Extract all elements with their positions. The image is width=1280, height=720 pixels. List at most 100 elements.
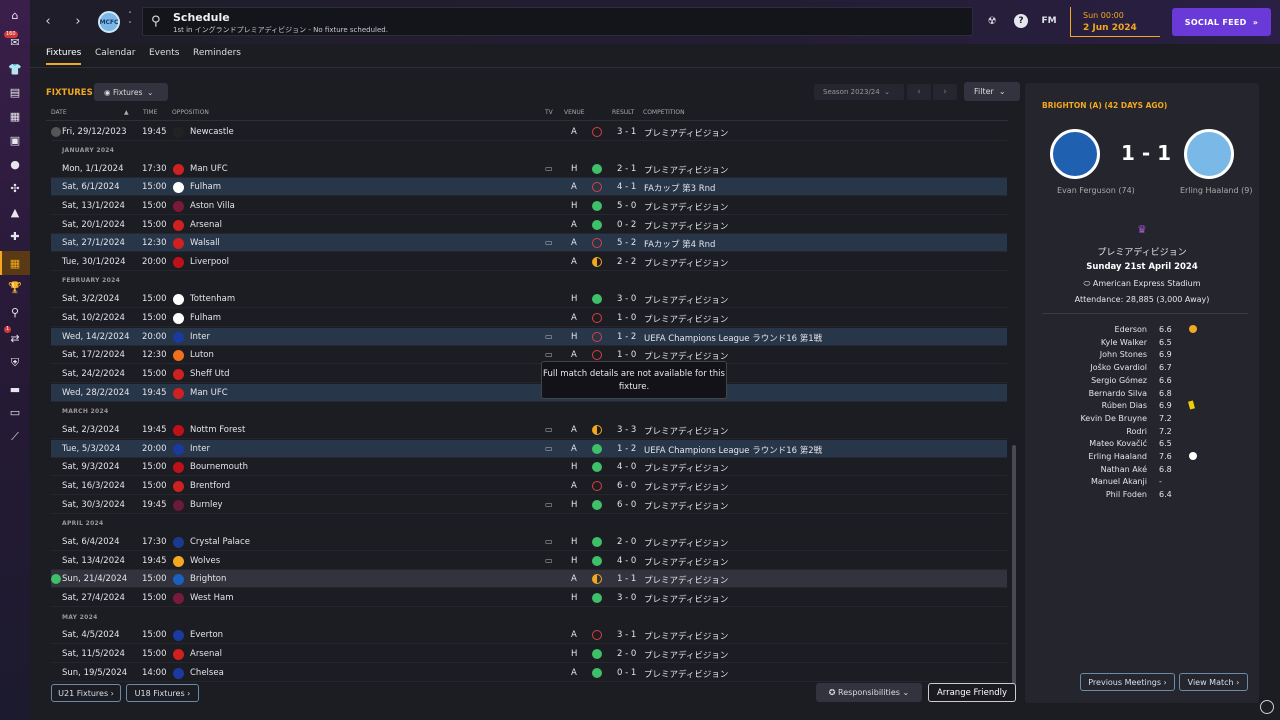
u18-fixtures-button[interactable]: U18 Fixtures › bbox=[126, 684, 199, 702]
fm-pass-icon[interactable]: ⟋ bbox=[7, 430, 23, 444]
fixture-result[interactable]: 5 - 2 bbox=[617, 238, 636, 248]
player-name[interactable]: John Stones bbox=[1100, 350, 1147, 359]
fixture-row[interactable]: Sat, 6/4/2024 17:30 Crystal Palace ▭ H 2 - 0 プ… bbox=[51, 533, 1007, 551]
player-rating-row[interactable]: Joško Gvardiol 6.7 bbox=[1025, 363, 1259, 375]
fixture-opposition[interactable]: Bournemouth bbox=[190, 462, 248, 472]
fixture-row[interactable]: Sat, 16/3/2024 15:00 Brentford A 6 - 0 プレミアディ… bbox=[51, 477, 1007, 495]
fixture-result[interactable]: 3 - 1 bbox=[617, 127, 636, 137]
fixture-row[interactable]: Sat, 2/3/2024 19:45 Nottm Forest ▭ A 3 - 3 プレミ… bbox=[51, 421, 1007, 439]
fixture-row[interactable]: Sat, 27/4/2024 15:00 West Ham H 3 - 0 プレミアディビ… bbox=[51, 589, 1007, 607]
fixture-result[interactable]: 4 - 0 bbox=[617, 556, 636, 566]
fixture-opposition[interactable]: Man UFC bbox=[190, 164, 228, 174]
player-rating-row[interactable]: Nathan Aké 6.8 bbox=[1025, 465, 1259, 477]
fixture-row[interactable]: Sat, 11/5/2024 15:00 Arsenal H 2 - 0 プレミアディビジ… bbox=[51, 645, 1007, 663]
fixture-result[interactable]: 6 - 0 bbox=[617, 481, 636, 491]
fixture-row[interactable]: Sat, 17/2/2024 12:30 Luton ▭ A 1 - 0 プレミアディビジョ… bbox=[51, 346, 1007, 364]
player-rating-row[interactable]: Rodri 7.2 bbox=[1025, 427, 1259, 439]
fixture-result[interactable]: 1 - 1 bbox=[617, 574, 636, 584]
fixture-row[interactable]: Sun, 19/5/2024 14:00 Chelsea A 0 - 1 プレミアディビジ… bbox=[51, 664, 1007, 682]
fm-menu-button[interactable]: FM bbox=[1041, 13, 1057, 29]
col-date[interactable]: DATE bbox=[51, 109, 67, 116]
fixture-result[interactable]: 3 - 3 bbox=[617, 425, 636, 435]
medical-icon[interactable]: ▲ bbox=[7, 205, 23, 219]
player-name[interactable]: Ederson bbox=[1115, 325, 1147, 334]
quick-access-icon[interactable] bbox=[1260, 700, 1274, 714]
squad-icon[interactable]: 👕 bbox=[7, 62, 23, 76]
fixture-row[interactable]: Wed, 14/2/2024 20:00 Inter ▭ H 1 - 2 UEFA Cham… bbox=[51, 328, 1007, 346]
schedule-icon[interactable]: ▦ bbox=[7, 256, 23, 270]
fixture-opposition[interactable]: Newcastle bbox=[190, 127, 234, 137]
social-feed-button[interactable]: SOCIAL FEED » bbox=[1172, 8, 1271, 36]
player-name[interactable]: Mateo Kovačić bbox=[1089, 439, 1147, 448]
fixture-row[interactable]: Sat, 3/2/2024 15:00 Tottenham H 3 - 0 プレミアディビ… bbox=[51, 290, 1007, 308]
fixture-opposition[interactable]: Arsenal bbox=[190, 649, 222, 659]
transfers-icon[interactable]: ⇄ bbox=[7, 331, 23, 345]
fixture-opposition[interactable]: Walsall bbox=[190, 238, 220, 248]
col-result[interactable]: RESULT bbox=[612, 109, 634, 116]
fixture-opposition[interactable]: Inter bbox=[190, 332, 210, 342]
fixture-row[interactable]: Sat, 24/2/2024 15:00 Sheff Utd bbox=[51, 365, 1007, 383]
player-name[interactable]: Joško Gvardiol bbox=[1090, 363, 1147, 372]
continue-date-box[interactable]: Sun 00:00 2 Jun 2024 bbox=[1070, 7, 1160, 37]
player-rating-row[interactable]: Kyle Walker 6.5 bbox=[1025, 338, 1259, 350]
fixture-row[interactable]: Wed, 28/2/2024 19:45 Man UFC bbox=[51, 384, 1007, 402]
fixture-result[interactable]: 1 - 2 bbox=[617, 332, 636, 342]
fixture-opposition[interactable]: Inter bbox=[190, 444, 210, 454]
club-icon[interactable]: ⛨ bbox=[7, 356, 23, 370]
responsibilities-button[interactable]: ✪ Responsibilities ⌄ bbox=[816, 683, 922, 702]
fixture-result[interactable]: 1 - 0 bbox=[617, 350, 636, 360]
player-rating-row[interactable]: Ederson 6.6 bbox=[1025, 325, 1259, 337]
fixture-opposition[interactable]: Burnley bbox=[190, 500, 223, 510]
view-match-button[interactable]: View Match › bbox=[1179, 673, 1248, 691]
col-time[interactable]: TIME bbox=[143, 109, 157, 116]
fixture-opposition[interactable]: Everton bbox=[190, 630, 223, 640]
player-name[interactable]: Kyle Walker bbox=[1101, 338, 1147, 347]
season-select[interactable]: Season 2023/24 ⌄ bbox=[814, 84, 904, 100]
dev-centre-icon[interactable]: ✣ bbox=[7, 181, 23, 195]
scrollbar[interactable] bbox=[1012, 445, 1016, 685]
fixture-result[interactable]: 6 - 0 bbox=[617, 500, 636, 510]
u21-fixtures-button[interactable]: U21 Fixtures › bbox=[51, 684, 121, 702]
club-crest-icon[interactable]: MCFC bbox=[98, 11, 120, 33]
data-icon[interactable]: ▦ bbox=[7, 109, 23, 123]
view-select[interactable]: ◉ Fixtures ⌄ bbox=[94, 83, 168, 101]
prev-season-button[interactable]: ‹ bbox=[907, 84, 931, 100]
staff-icon[interactable]: ▣ bbox=[7, 133, 23, 147]
bug-report-icon[interactable]: ☢ bbox=[984, 13, 1000, 29]
fixture-result[interactable]: 2 - 0 bbox=[617, 649, 636, 659]
fixture-row[interactable]: Sat, 13/1/2024 15:00 Aston Villa H 5 - 0 プレミア… bbox=[51, 197, 1007, 215]
training-icon[interactable]: ● bbox=[7, 157, 23, 171]
fixture-row[interactable]: Sat, 10/2/2024 15:00 Fulham A 1 - 0 プレミアディビジョ… bbox=[51, 309, 1007, 327]
club-switch-arrows[interactable]: ˄ ˅ bbox=[125, 10, 135, 30]
col-competition[interactable]: COMPETITION bbox=[643, 109, 685, 116]
fixture-result[interactable]: 5 - 0 bbox=[617, 201, 636, 211]
fixture-row[interactable]: Fri, 29/12/2023 19:45 Newcastle A 3 - 1 プレミアデ… bbox=[51, 123, 1007, 141]
fixture-opposition[interactable]: Chelsea bbox=[190, 668, 224, 678]
player-rating-row[interactable]: John Stones 6.9 bbox=[1025, 350, 1259, 362]
player-name[interactable]: Erling Haaland bbox=[1088, 452, 1147, 461]
fixture-opposition[interactable]: Nottm Forest bbox=[190, 425, 245, 435]
competitions-icon[interactable]: 🏆 bbox=[7, 280, 23, 294]
col-venue[interactable]: VENUE bbox=[564, 109, 585, 116]
fixture-opposition[interactable]: West Ham bbox=[190, 593, 233, 603]
help-icon[interactable]: ? bbox=[1014, 14, 1028, 28]
fixture-result[interactable]: 4 - 1 bbox=[617, 182, 636, 192]
player-rating-row[interactable]: Mateo Kovačić 6.5 bbox=[1025, 439, 1259, 451]
col-opposition[interactable]: OPPOSITION bbox=[172, 109, 209, 116]
fixture-result[interactable]: 3 - 0 bbox=[617, 593, 636, 603]
fixture-opposition[interactable]: Man UFC bbox=[190, 388, 228, 398]
fixture-opposition[interactable]: Arsenal bbox=[190, 220, 222, 230]
fixture-row[interactable]: Sat, 13/4/2024 19:45 Wolves ▭ H 4 - 0 プレミアディビジ… bbox=[51, 552, 1007, 570]
player-name[interactable]: Sergio Gómez bbox=[1091, 376, 1147, 385]
player-name[interactable]: Rodri bbox=[1126, 427, 1147, 436]
fixture-result[interactable]: 2 - 1 bbox=[617, 164, 636, 174]
fixture-row[interactable]: Mon, 1/1/2024 17:30 Man UFC ▭ H 2 - 1 プレミアディビジ… bbox=[51, 160, 1007, 178]
player-rating-row[interactable]: Rúben Dias 6.9 bbox=[1025, 400, 1259, 413]
fixture-result[interactable]: 2 - 2 bbox=[617, 257, 636, 267]
fixture-result[interactable]: 3 - 0 bbox=[617, 294, 636, 304]
fixture-row[interactable]: Sat, 27/1/2024 12:30 Walsall ▭ A 5 - 2 FAカップ 第… bbox=[51, 234, 1007, 252]
filter-button[interactable]: Filter ⌄ bbox=[964, 82, 1020, 101]
fixture-opposition[interactable]: Fulham bbox=[190, 313, 221, 323]
fixture-opposition[interactable]: Aston Villa bbox=[190, 201, 235, 211]
fixture-row[interactable]: Tue, 5/3/2024 20:00 Inter ▭ A 1 - 2 UEFA Champ… bbox=[51, 440, 1007, 458]
